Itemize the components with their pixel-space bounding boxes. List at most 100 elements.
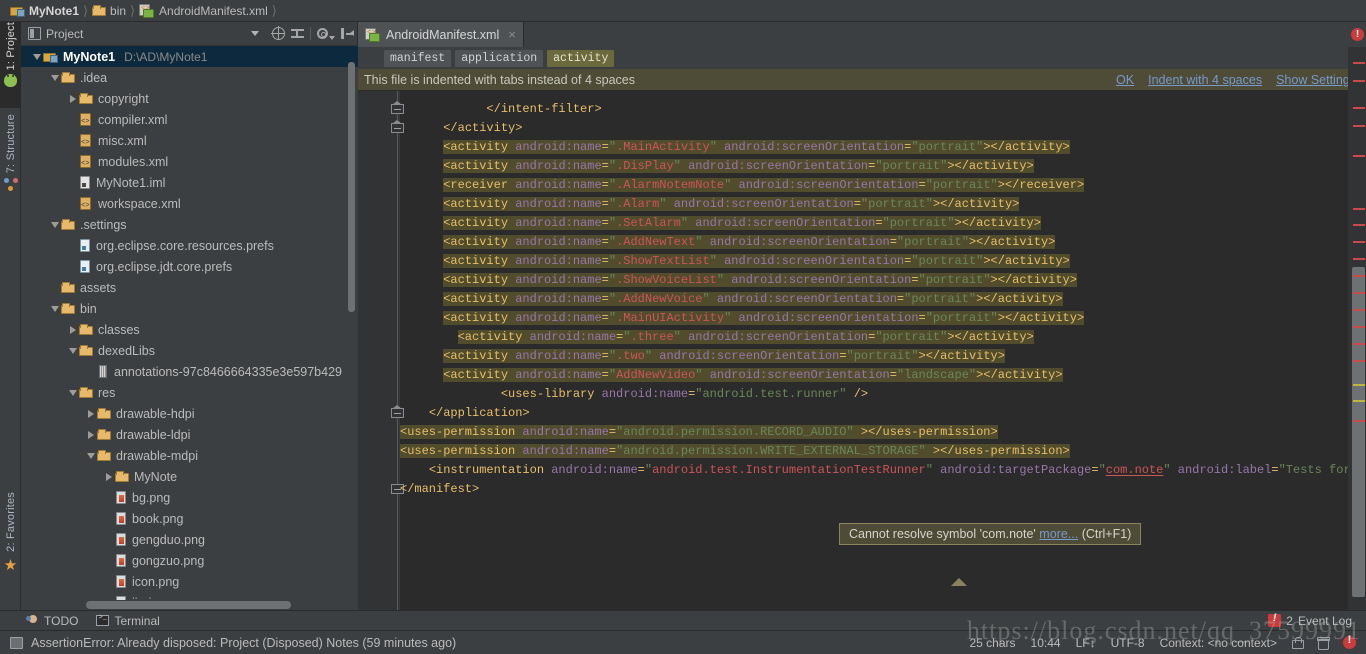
code-line[interactable]: <activity android:name=".Alarm" android:… bbox=[400, 195, 1366, 214]
notification-settings-link[interactable]: Show Settings bbox=[1276, 73, 1356, 87]
tree-node-drawable-ldpi[interactable]: drawable-ldpi bbox=[21, 424, 358, 445]
locate-icon[interactable] bbox=[269, 24, 288, 43]
tree-expand-down-icon[interactable] bbox=[30, 53, 43, 60]
code-line[interactable]: <activity android:name=".SetAlarm" andro… bbox=[400, 214, 1366, 233]
tree-expand-down-icon[interactable] bbox=[48, 305, 61, 312]
stripe-marker-error[interactable] bbox=[1353, 326, 1365, 328]
tree-expand-down-icon[interactable] bbox=[48, 74, 61, 81]
code-line[interactable]: <activity android:name="AddNewVideo" and… bbox=[400, 366, 1366, 385]
tree-expand-right-icon[interactable] bbox=[84, 409, 97, 418]
tool-window-todo[interactable]: TODO bbox=[26, 614, 78, 628]
chevron-down-icon[interactable] bbox=[251, 31, 259, 36]
code-line[interactable]: <activity android:name=".MainUIActivity"… bbox=[400, 309, 1366, 328]
tree-node-res[interactable]: res bbox=[21, 382, 358, 403]
tree-node-copyright[interactable]: copyright bbox=[21, 88, 358, 109]
stripe-marker-error[interactable] bbox=[1353, 292, 1365, 294]
tree-expand-down-icon[interactable] bbox=[84, 452, 97, 459]
event-log-button[interactable]: 2 Event Log bbox=[1268, 612, 1366, 628]
status-encoding[interactable]: UTF-8 bbox=[1111, 636, 1145, 650]
tree-expand-right-icon[interactable] bbox=[66, 325, 79, 334]
breadcrumb-item-file[interactable]: AndroidManifest.xml bbox=[137, 0, 270, 22]
collapse-all-icon[interactable] bbox=[288, 24, 307, 43]
code-line[interactable]: <uses-library android:name="android.test… bbox=[400, 385, 1366, 404]
stripe-marker-error[interactable] bbox=[1353, 62, 1365, 64]
tree-expand-right-icon[interactable] bbox=[66, 94, 79, 103]
stripe-marker-error[interactable] bbox=[1353, 360, 1365, 362]
tree-node-icon-png[interactable]: icon.png bbox=[21, 571, 358, 592]
code-editor[interactable]: </intent-filter> </activity> <activity a… bbox=[358, 91, 1366, 610]
tree-node-workspace-xml[interactable]: workspace.xml bbox=[21, 193, 358, 214]
tree-node-mynote1[interactable]: MyNote1 D:\AD\MyNote1 bbox=[21, 46, 358, 67]
tree-node-drawable-hdpi[interactable]: drawable-hdpi bbox=[21, 403, 358, 424]
code-line[interactable]: <activity android:name=".AddNewText" and… bbox=[400, 233, 1366, 252]
status-message-icon[interactable] bbox=[10, 636, 23, 649]
code-line[interactable]: <activity android:name=".ShowVoiceList" … bbox=[400, 271, 1366, 290]
sidebar-item-structure[interactable]: 7: Structure bbox=[0, 114, 21, 214]
editor-vertical-scrollbar[interactable] bbox=[1352, 267, 1365, 597]
code-line[interactable]: </application> bbox=[400, 404, 1366, 423]
stripe-marker-warn[interactable] bbox=[1353, 400, 1365, 402]
tree-expand-down-icon[interactable] bbox=[66, 389, 79, 396]
tab-androidmanifest-xml[interactable]: AndroidManifest.xml × bbox=[358, 22, 524, 47]
stripe-marker-error[interactable] bbox=[1353, 309, 1365, 311]
tree-node-mynote[interactable]: MyNote bbox=[21, 466, 358, 487]
stripe-marker-error[interactable] bbox=[1353, 208, 1365, 210]
notification-indent-link[interactable]: Indent with 4 spaces bbox=[1148, 73, 1262, 87]
stripe-marker-error[interactable] bbox=[1353, 80, 1365, 82]
code-line[interactable]: <activity android:name=".two" android:sc… bbox=[400, 347, 1366, 366]
stripe-marker-error[interactable] bbox=[1353, 343, 1365, 345]
stripe-marker-error[interactable] bbox=[1353, 155, 1365, 157]
stripe-marker-error[interactable] bbox=[1353, 275, 1365, 277]
tree-expand-right-icon[interactable] bbox=[102, 472, 115, 481]
structure-chip-activity[interactable]: activity bbox=[547, 49, 615, 67]
tree-node-org-eclipse-jdt-core-prefs[interactable]: org.eclipse.jdt.core.prefs bbox=[21, 256, 358, 277]
tooltip-more-link[interactable]: more... bbox=[1039, 527, 1078, 541]
tree-node-assets[interactable]: assets bbox=[21, 277, 358, 298]
structure-chip-manifest[interactable]: manifest bbox=[384, 49, 452, 67]
tree-node-bin[interactable]: bin bbox=[21, 298, 358, 319]
status-line-separator[interactable]: LF↕ bbox=[1076, 636, 1096, 650]
settings-icon[interactable] bbox=[314, 24, 338, 43]
code-line[interactable]: <activity android:name=".ShowTextList" a… bbox=[400, 252, 1366, 271]
code-line[interactable]: <activity android:name=".DisPlay" androi… bbox=[400, 157, 1366, 176]
tree-node-classes[interactable]: classes bbox=[21, 319, 358, 340]
sidebar-item-favorites[interactable]: 2: Favorites ★ bbox=[0, 492, 21, 602]
tree-node-book-png[interactable]: book.png bbox=[21, 508, 358, 529]
tree-node--idea[interactable]: .idea bbox=[21, 67, 358, 88]
stripe-marker-error[interactable] bbox=[1353, 125, 1365, 127]
code-line[interactable]: <uses-permission android:name="android.p… bbox=[400, 442, 1366, 461]
code-line[interactable]: <activity android:name=".MainActivity" a… bbox=[400, 138, 1366, 157]
code-line[interactable]: <activity android:name=".AddNewVoice" an… bbox=[400, 290, 1366, 309]
tree-node-misc-xml[interactable]: misc.xml bbox=[21, 130, 358, 151]
code-line[interactable]: <instrumentation android:name="android.t… bbox=[400, 461, 1366, 480]
notification-ok-link[interactable]: OK bbox=[1116, 73, 1134, 87]
tree-node-gongzuo-png[interactable]: gongzuo.png bbox=[21, 550, 358, 571]
sidebar-item-project[interactable]: 1: Project bbox=[0, 22, 21, 108]
code-line[interactable]: <receiver android:name=".AlarmNotemNote"… bbox=[400, 176, 1366, 195]
tree-horizontal-scrollbar-thumb[interactable] bbox=[86, 601, 291, 609]
stripe-marker-warn[interactable] bbox=[1353, 384, 1365, 386]
error-stripe[interactable]: ! bbox=[1348, 22, 1366, 610]
tree-expand-down-icon[interactable] bbox=[66, 347, 79, 354]
stripe-marker-error[interactable] bbox=[1353, 258, 1365, 260]
tree-expand-down-icon[interactable] bbox=[48, 221, 61, 228]
code-line[interactable]: </manifest> bbox=[400, 480, 1366, 499]
close-icon[interactable]: × bbox=[508, 28, 516, 41]
tree-node-gengduo-png[interactable]: gengduo.png bbox=[21, 529, 358, 550]
tree-node-modules-xml[interactable]: modules.xml bbox=[21, 151, 358, 172]
tree-node-dexedlibs[interactable]: dexedLibs bbox=[21, 340, 358, 361]
tree-node-org-eclipse-core-resources-prefs[interactable]: org.eclipse.core.resources.prefs bbox=[21, 235, 358, 256]
stripe-marker-error[interactable] bbox=[1353, 241, 1365, 243]
code-line[interactable]: </intent-filter> bbox=[400, 100, 1366, 119]
project-tree[interactable]: MyNote1 D:\AD\MyNote1 .idea copyright compil… bbox=[21, 46, 358, 610]
code-line[interactable] bbox=[400, 91, 1366, 100]
tree-expand-right-icon[interactable] bbox=[84, 430, 97, 439]
tree-node-bg-png[interactable]: bg.png bbox=[21, 487, 358, 508]
tree-vertical-scrollbar[interactable] bbox=[348, 62, 355, 312]
tree-node-compiler-xml[interactable]: compiler.xml bbox=[21, 109, 358, 130]
breadcrumb-item-project[interactable]: MyNote1 bbox=[8, 0, 81, 22]
code-line[interactable]: </activity> bbox=[400, 119, 1366, 138]
code-line[interactable]: <uses-permission android:name="android.p… bbox=[400, 423, 1366, 442]
lock-icon[interactable] bbox=[1292, 636, 1304, 649]
tool-window-terminal[interactable]: Terminal bbox=[96, 614, 160, 628]
